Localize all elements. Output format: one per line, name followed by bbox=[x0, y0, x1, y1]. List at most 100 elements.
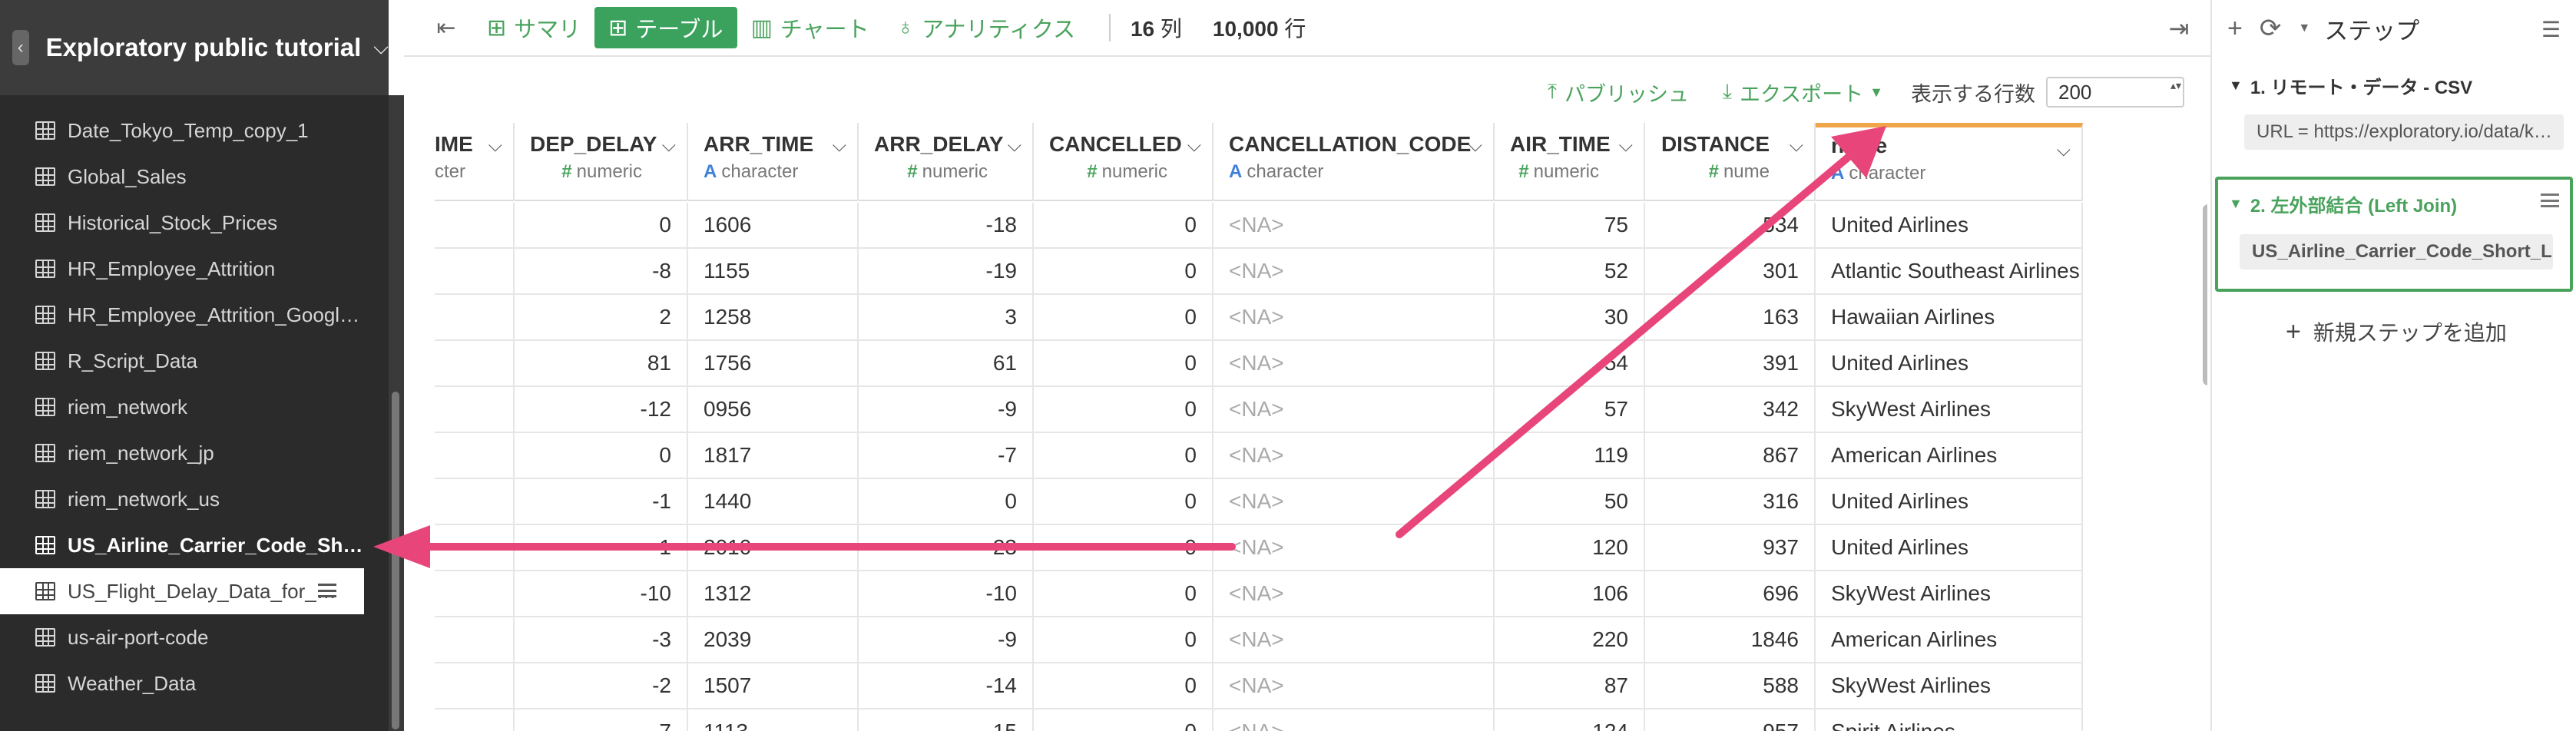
table-cell[interactable]: 342 bbox=[1645, 387, 1816, 432]
rows-to-show-select[interactable]: 200 bbox=[2046, 77, 2184, 108]
table-cell[interactable]: 1846 bbox=[1645, 617, 1816, 662]
table-cell[interactable] bbox=[435, 203, 515, 247]
table-cell[interactable]: SkyWest Airlines bbox=[1816, 387, 2083, 432]
tab-table[interactable]: ⊞ テーブル bbox=[594, 7, 737, 48]
table-cell[interactable]: SkyWest Airlines bbox=[1816, 663, 2083, 708]
table-cell[interactable]: 534 bbox=[1645, 203, 1816, 247]
publish-button[interactable]: ⤒ パブリッシュ bbox=[1548, 78, 1689, 108]
table-cell[interactable]: 0 bbox=[1034, 249, 1214, 293]
table-cell[interactable]: 937 bbox=[1645, 525, 1816, 570]
table-cell[interactable]: -14 bbox=[859, 663, 1034, 708]
project-header[interactable]: ‹ Exploratory public tutorial ⌵ bbox=[0, 0, 389, 95]
chevron-down-icon[interactable]: ⌵ bbox=[1619, 135, 1633, 157]
table-cell[interactable]: 0 bbox=[1034, 387, 1214, 432]
settings-sliders-icon[interactable]: ☰ bbox=[2541, 17, 2561, 42]
table-cell[interactable]: 1155 bbox=[688, 249, 859, 293]
caret-down-icon[interactable]: ▼ bbox=[2298, 22, 2310, 35]
sidebar-item[interactable]: US_Airline_Carrier_Code_Sh… bbox=[0, 522, 389, 568]
table-cell[interactable]: -1 bbox=[515, 479, 688, 524]
table-cell[interactable]: <NA> bbox=[1214, 295, 1495, 339]
table-cell[interactable] bbox=[435, 617, 515, 662]
sidebar-item[interactable]: HR_Employee_Attrition_Googl… bbox=[0, 292, 389, 338]
table-cell[interactable]: American Airlines bbox=[1816, 617, 2083, 662]
table-cell[interactable] bbox=[435, 295, 515, 339]
table-cell[interactable]: SkyWest Airlines bbox=[1816, 571, 2083, 616]
table-cell[interactable]: 7 bbox=[515, 710, 688, 731]
table-cell[interactable]: 1440 bbox=[688, 479, 859, 524]
step1-detail[interactable]: URL = https://exploratory.io/data/k… bbox=[2244, 114, 2564, 150]
table-cell[interactable]: 0 bbox=[1034, 295, 1214, 339]
sidebar-item[interactable]: riem_network_us bbox=[0, 476, 389, 522]
sidebar-item[interactable]: R_Script_Data bbox=[0, 338, 389, 384]
table-cell[interactable]: 0 bbox=[1034, 433, 1214, 478]
plus-icon[interactable]: + bbox=[2227, 14, 2243, 44]
table-cell[interactable]: -12 bbox=[515, 387, 688, 432]
table-cell[interactable]: 120 bbox=[1495, 525, 1645, 570]
table-cell[interactable]: 0 bbox=[1034, 203, 1214, 247]
table-cell[interactable] bbox=[435, 525, 515, 570]
table-cell[interactable]: 0 bbox=[515, 433, 688, 478]
table-cell[interactable]: -2 bbox=[515, 663, 688, 708]
table-cell[interactable]: 30 bbox=[1495, 295, 1645, 339]
chevron-down-icon[interactable]: ⌵ bbox=[833, 135, 846, 157]
triangle-down-icon[interactable]: ▼ bbox=[2229, 196, 2243, 212]
table-cell[interactable]: Spirit Airlines bbox=[1816, 710, 2083, 731]
sidebar-scrollbar[interactable] bbox=[392, 392, 399, 729]
step-menu-icon[interactable] bbox=[2541, 194, 2559, 207]
table-cell[interactable] bbox=[435, 479, 515, 524]
table-cell[interactable]: 316 bbox=[1645, 479, 1816, 524]
table-cell[interactable]: 54 bbox=[1495, 341, 1645, 385]
menu-icon[interactable] bbox=[318, 584, 336, 597]
table-cell[interactable]: <NA> bbox=[1214, 203, 1495, 247]
column-header[interactable]: ARR_DELAY # numeric ⌵ bbox=[859, 123, 1034, 201]
table-cell[interactable]: <NA> bbox=[1214, 433, 1495, 478]
table-cell[interactable]: 1113 bbox=[688, 710, 859, 731]
column-header[interactable]: IME cter ⌵ bbox=[435, 123, 515, 201]
table-cell[interactable]: <NA> bbox=[1214, 617, 1495, 662]
table-cell[interactable]: <NA> bbox=[1214, 710, 1495, 731]
step-remote-data[interactable]: ▼ 1. リモート・データ - CSV URL = https://explor… bbox=[2229, 72, 2567, 150]
column-header[interactable]: DEP_DELAY # numeric ⌵ bbox=[515, 123, 688, 201]
collapse-sidebar-icon[interactable]: ⇤ bbox=[419, 7, 473, 48]
column-header[interactable]: CANCELLED # numeric ⌵ bbox=[1034, 123, 1214, 201]
table-cell[interactable] bbox=[435, 387, 515, 432]
sidebar-item[interactable]: US_Flight_Delay_Data_for_T… bbox=[0, 568, 364, 614]
table-cell[interactable]: 15 bbox=[859, 710, 1034, 731]
table-cell[interactable]: -8 bbox=[515, 249, 688, 293]
table-cell[interactable]: 2 bbox=[515, 295, 688, 339]
table-cell[interactable]: 0956 bbox=[688, 387, 859, 432]
table-cell[interactable]: 57 bbox=[1495, 387, 1645, 432]
table-cell[interactable]: 0 bbox=[1034, 710, 1214, 731]
table-cell[interactable]: -19 bbox=[859, 249, 1034, 293]
table-cell[interactable]: United Airlines bbox=[1816, 525, 2083, 570]
table-cell[interactable]: 75 bbox=[1495, 203, 1645, 247]
table-cell[interactable]: Hawaiian Airlines bbox=[1816, 295, 2083, 339]
table-cell[interactable]: 52 bbox=[1495, 249, 1645, 293]
table-cell[interactable]: 124 bbox=[1495, 710, 1645, 731]
table-cell[interactable]: 301 bbox=[1645, 249, 1816, 293]
table-cell[interactable]: 696 bbox=[1645, 571, 1816, 616]
table-cell[interactable]: 1507 bbox=[688, 663, 859, 708]
sidebar-item[interactable]: Date_Tokyo_Temp_copy_1 bbox=[0, 108, 389, 154]
table-cell[interactable]: -23 bbox=[859, 525, 1034, 570]
table-cell[interactable]: 220 bbox=[1495, 617, 1645, 662]
expand-panel-icon[interactable]: ⇥ bbox=[2160, 11, 2198, 46]
tab-analytics[interactable]: ♁ アナリティクス bbox=[883, 7, 1089, 48]
chevron-down-icon[interactable]: ⌵ bbox=[1008, 135, 1021, 157]
project-title[interactable]: Exploratory public tutorial bbox=[46, 33, 362, 62]
table-cell[interactable]: 81 bbox=[515, 341, 688, 385]
column-header[interactable]: ARR_TIME Acharacter ⌵ bbox=[688, 123, 859, 201]
table-cell[interactable]: 0 bbox=[515, 203, 688, 247]
chevron-down-icon[interactable]: ⌵ bbox=[373, 35, 389, 60]
table-cell[interactable]: 0 bbox=[1034, 341, 1214, 385]
table-cell[interactable] bbox=[435, 663, 515, 708]
table-cell[interactable]: United Airlines bbox=[1816, 203, 2083, 247]
chevron-down-icon[interactable]: ⌵ bbox=[1790, 135, 1803, 157]
step2-header[interactable]: ▼ 2. 左外部結合 (Left Join) bbox=[2229, 190, 2570, 217]
chevron-down-icon[interactable]: ⌵ bbox=[662, 135, 676, 157]
table-cell[interactable]: -1 bbox=[515, 525, 688, 570]
table-cell[interactable]: 588 bbox=[1645, 663, 1816, 708]
table-cell[interactable]: -10 bbox=[859, 571, 1034, 616]
sidebar-item[interactable]: us-air-port-code bbox=[0, 614, 389, 660]
sidebar-item[interactable]: Weather_Data bbox=[0, 660, 389, 706]
